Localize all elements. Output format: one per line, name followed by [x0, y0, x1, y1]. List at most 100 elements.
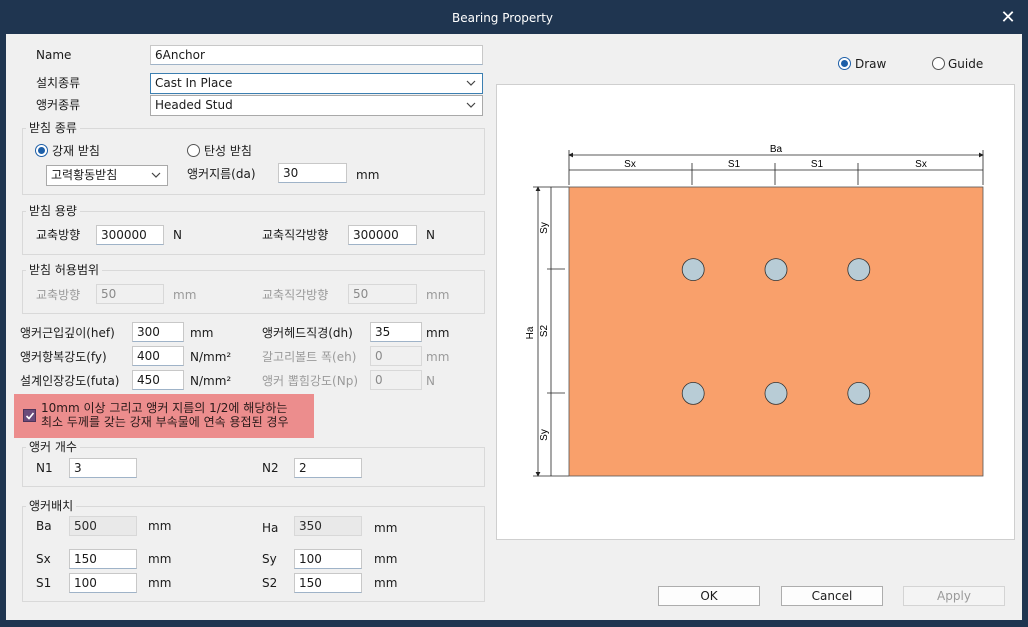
weld-condition-line1: 10mm 이상 그리고 앵커 지름의 1/2에 해당하는 — [41, 401, 288, 415]
install-type-select[interactable]: Cast In Place — [150, 73, 483, 94]
chevron-down-icon — [466, 80, 476, 86]
n1-input[interactable]: 3 — [69, 458, 137, 478]
n2-label: N2 — [262, 461, 279, 475]
dialog-window: Bearing Property ✕ Name 6Anchor 설치종류 Cas… — [0, 0, 1028, 627]
sy-unit: mm — [374, 552, 398, 566]
capacity-axial-unit: N — [173, 228, 182, 242]
dim-s1-text-2: S1 — [811, 159, 824, 170]
elastic-bearing-label: 탄성 받침 — [204, 144, 252, 158]
allowance-perp-input: 50 — [348, 284, 417, 304]
ok-button[interactable]: OK — [658, 586, 760, 606]
anchor-layout-title: 앵커배치 — [26, 499, 77, 513]
np-label: 앵커 뽑힘강도(Np) — [262, 374, 359, 388]
dh-unit: mm — [426, 326, 450, 340]
draw-label: Draw — [855, 57, 887, 71]
chevron-down-icon — [151, 172, 161, 178]
steel-bearing-label: 강재 받침 — [52, 144, 100, 158]
bearing-sub-value: 고력황동받침 — [51, 168, 118, 182]
guide-radio[interactable] — [932, 57, 945, 70]
n2-input[interactable]: 2 — [294, 458, 362, 478]
allowance-axial-input: 50 — [96, 284, 164, 304]
apply-button: Apply — [903, 586, 1005, 606]
eh-input: 0 — [370, 346, 422, 366]
dialog-client: Name 6Anchor 설치종류 Cast In Place 앵커종류 Hea… — [6, 34, 1022, 620]
weld-condition-box: 10mm 이상 그리고 앵커 지름의 1/2에 해당하는 최소 두께를 갖는 강… — [14, 394, 314, 438]
anchor-type-select[interactable]: Headed Stud — [150, 95, 483, 116]
s2-unit: mm — [374, 576, 398, 590]
ha-unit: mm — [374, 521, 398, 535]
capacity-perp-label: 교축직각방향 — [262, 228, 329, 242]
ba-input: 500 — [69, 516, 137, 536]
window-title: Bearing Property — [451, 11, 554, 25]
futa-input[interactable]: 450 — [132, 370, 184, 390]
anchor-hole — [764, 381, 788, 405]
weld-condition-checkbox[interactable] — [23, 409, 36, 422]
futa-unit: N/mm² — [190, 374, 232, 388]
capacity-title: 받침 용량 — [26, 204, 80, 218]
s2-label: S2 — [262, 576, 278, 590]
bearing-plate — [568, 186, 984, 477]
anchor-type-label: 앵커종류 — [36, 98, 81, 112]
title-bar[interactable]: Bearing Property ✕ — [0, 0, 1028, 34]
s1-input[interactable]: 100 — [69, 573, 137, 593]
sy-label: Sy — [262, 552, 277, 566]
hef-label: 앵커근입깊이(hef) — [20, 326, 115, 340]
weld-condition-text: 10mm 이상 그리고 앵커 지름의 1/2에 해당하는 최소 두께를 갖는 강… — [41, 401, 289, 429]
bearing-plate-drawing: Ba Sx S1 S1 Sx Ha Sy S2 Sy — [525, 144, 984, 477]
check-icon — [25, 412, 35, 420]
diameter-input[interactable]: 30 — [278, 163, 347, 183]
dim-ha-text: Ha — [525, 326, 536, 339]
anchor-count-title: 앵커 개수 — [26, 440, 80, 454]
capacity-axial-input[interactable]: 300000 — [96, 225, 164, 245]
draw-radio[interactable] — [838, 57, 851, 70]
chevron-down-icon — [466, 102, 476, 108]
steel-bearing-radio[interactable] — [35, 144, 48, 157]
install-type-value: Cast In Place — [155, 76, 233, 90]
hef-unit: mm — [190, 326, 214, 340]
allowance-perp-unit: mm — [426, 288, 450, 302]
capacity-perp-input[interactable]: 300000 — [348, 225, 417, 245]
capacity-axial-label: 교축방향 — [36, 228, 81, 242]
allowance-perp-label: 교축직각방향 — [262, 288, 329, 302]
fy-input[interactable]: 400 — [132, 346, 184, 366]
anchor-hole — [764, 258, 788, 282]
np-unit: N — [426, 374, 435, 388]
dim-sy-text-2: Sy — [539, 429, 550, 441]
n1-label: N1 — [36, 461, 53, 475]
anchor-hole — [681, 381, 705, 405]
dim-sy-text: Sy — [539, 222, 550, 234]
diameter-unit: mm — [356, 168, 380, 182]
dh-label: 앵커헤드직경(dh) — [262, 326, 353, 340]
elastic-bearing-radio[interactable] — [187, 144, 200, 157]
sy-input[interactable]: 100 — [294, 549, 362, 569]
diameter-label: 앵커지름(da) — [187, 167, 256, 181]
anchor-hole — [847, 381, 871, 405]
bearing-type-title: 받침 종류 — [26, 121, 80, 135]
hef-input[interactable]: 300 — [132, 322, 184, 342]
dim-sx-text-2: Sx — [915, 159, 927, 170]
allowance-title: 받침 허용범위 — [26, 263, 103, 277]
cancel-button[interactable]: Cancel — [781, 586, 883, 606]
futa-label: 설계인장강도(futa) — [20, 374, 120, 388]
anchor-type-value: Headed Stud — [155, 98, 233, 112]
ha-input: 350 — [294, 516, 362, 536]
dim-ba-text: Ba — [770, 144, 783, 155]
fy-unit: N/mm² — [190, 350, 232, 364]
name-label: Name — [36, 48, 72, 62]
sx-input[interactable]: 150 — [69, 549, 137, 569]
sx-unit: mm — [148, 552, 172, 566]
weld-condition-line2: 최소 두께를 갖는 강재 부속물에 연속 용접된 경우 — [41, 415, 289, 429]
np-input: 0 — [370, 370, 422, 390]
s2-input[interactable]: 150 — [294, 573, 362, 593]
ha-label: Ha — [262, 521, 279, 535]
dim-sx-text: Sx — [624, 159, 636, 170]
allowance-axial-unit: mm — [173, 288, 197, 302]
name-input[interactable]: 6Anchor — [150, 45, 483, 65]
sx-label: Sx — [36, 552, 51, 566]
dh-input[interactable]: 35 — [370, 322, 422, 342]
bearing-sub-select[interactable]: 고력황동받침 — [46, 165, 168, 186]
drawing-preview: Ba Sx S1 S1 Sx Ha Sy S2 Sy — [496, 84, 1015, 540]
close-icon[interactable]: ✕ — [996, 8, 1020, 28]
capacity-perp-unit: N — [426, 228, 435, 242]
anchor-hole — [681, 258, 705, 282]
